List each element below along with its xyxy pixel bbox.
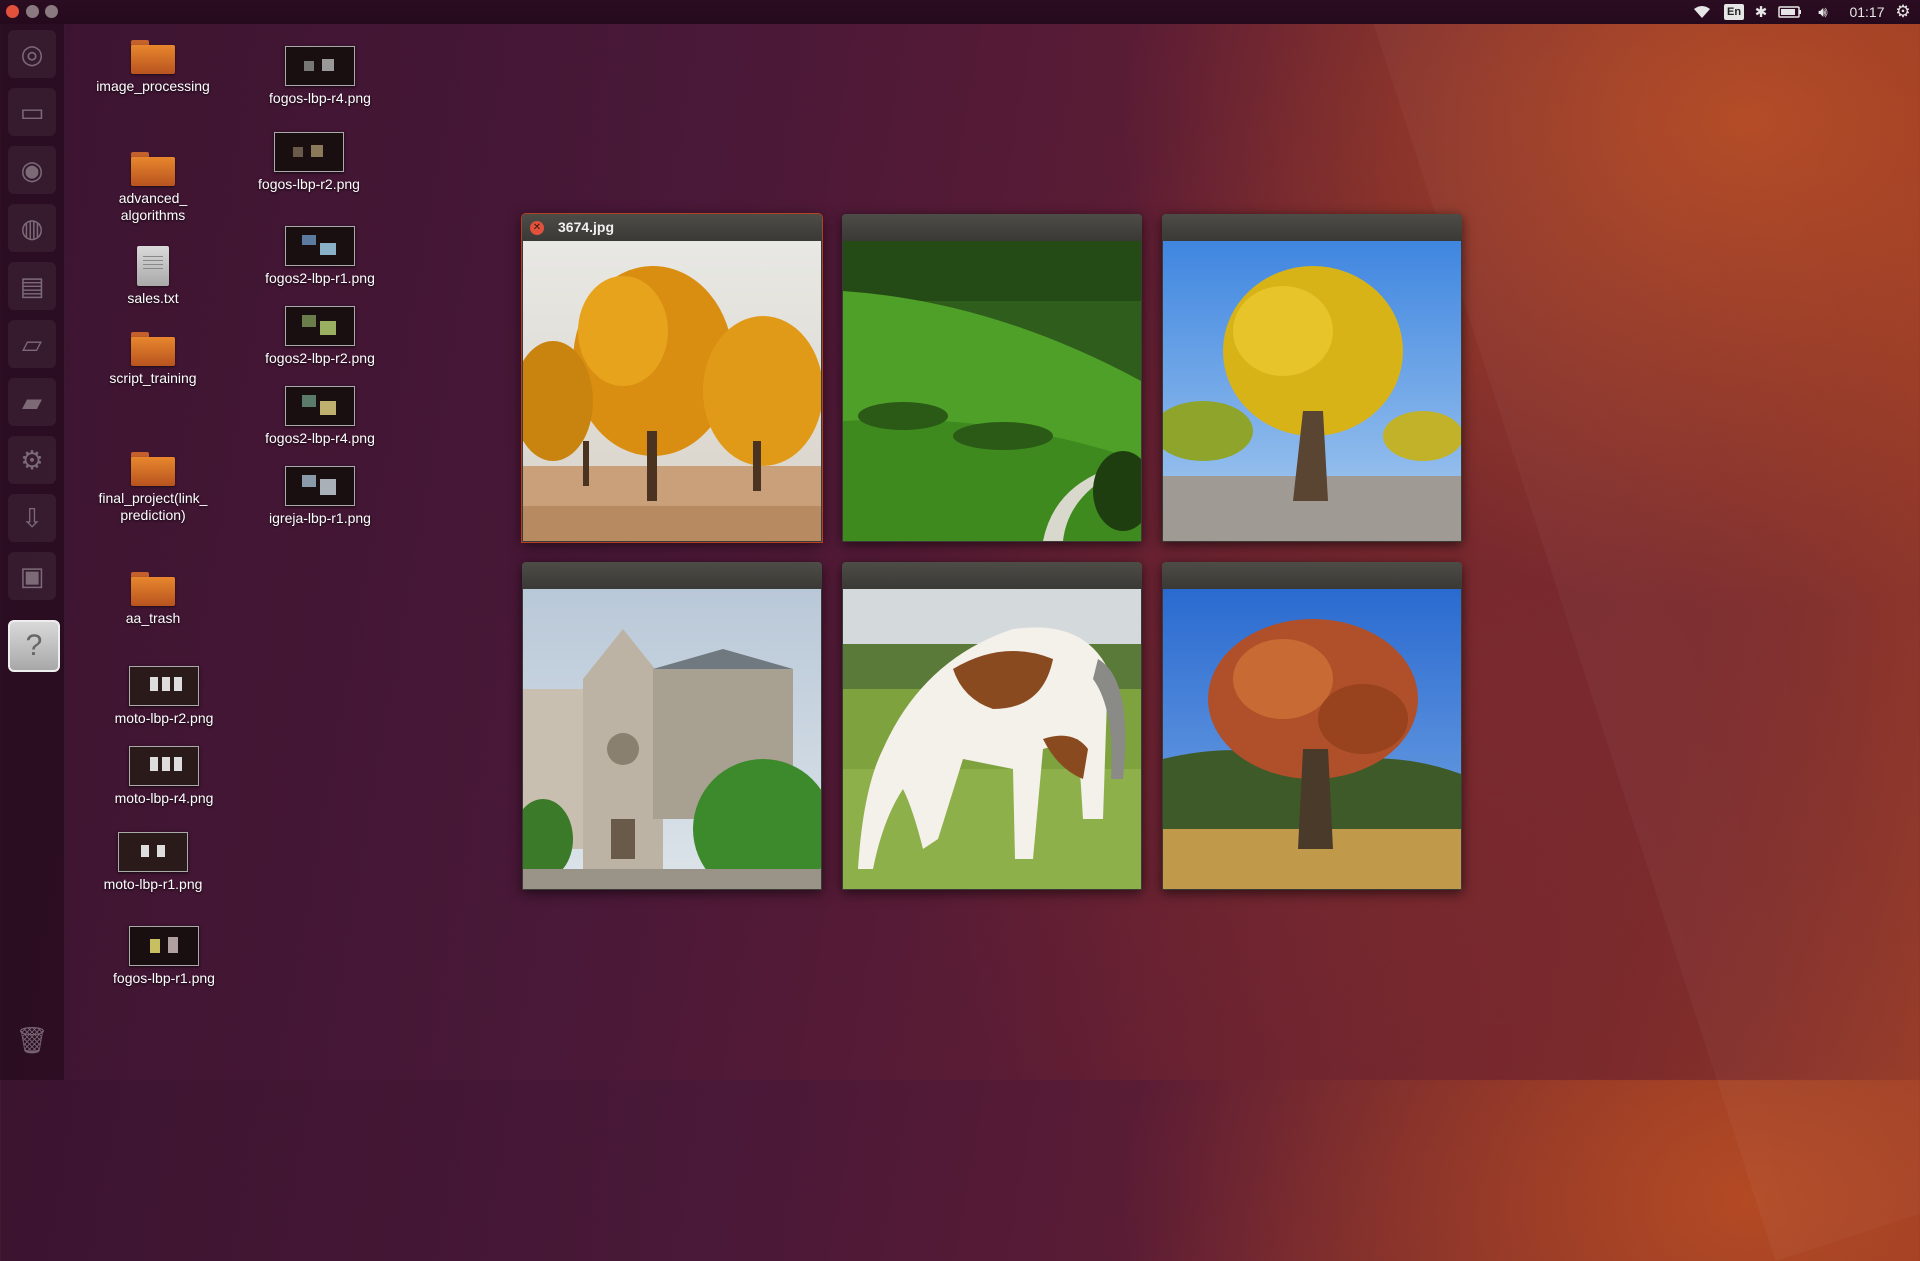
image-thumbnail-icon (129, 926, 199, 966)
desktop-icon-label: igreja-lbp-r1.png (269, 510, 371, 526)
desktop-folder-final-project[interactable]: final_project(link_ prediction) (78, 452, 228, 524)
text-file-icon (137, 246, 169, 286)
spread-window-1[interactable]: ✕ 3674.jpg (522, 214, 822, 542)
desktop-icon-label: fogos2-lbp-r2.png (265, 350, 375, 366)
image-thumbnail-icon (274, 132, 344, 172)
desktop-image-fogos2-lbp-r4[interactable]: fogos2-lbp-r4.png (245, 386, 395, 447)
system-settings-icon[interactable]: ⚙ (8, 436, 56, 484)
desktop-image-fogos-lbp-r1[interactable]: fogos-lbp-r1.png (89, 926, 239, 987)
libreoffice-writer-icon[interactable]: ▤ (8, 262, 56, 310)
folder-icon (131, 572, 175, 606)
desktop-icon-label: moto-lbp-r1.png (103, 876, 203, 892)
image-thumbnail-icon (285, 466, 355, 506)
image-thumbnail-icon (285, 226, 355, 266)
image-thumbnail-icon (285, 46, 355, 86)
image-viewer-icon[interactable]: ▣ (8, 552, 56, 600)
desktop-icon-label: advanced_ algorithms (118, 190, 188, 223)
desktop-icon-label: sales.txt (127, 290, 179, 306)
image-thumbnail-icon (285, 306, 355, 346)
grazing-paint-horse-image (843, 589, 1141, 889)
software-updater-icon[interactable]: ⇩ (8, 494, 56, 542)
window-title-bar[interactable] (842, 214, 1142, 241)
gothic-church-image (523, 589, 821, 889)
files-icon[interactable]: ▭ (8, 88, 56, 136)
window-maximize-button[interactable] (45, 5, 58, 18)
chromium-icon[interactable]: ◉ (8, 146, 56, 194)
folder-icon (131, 40, 175, 74)
yellow-tree-blue-sky-image (1163, 241, 1461, 541)
desktop-image-fogos2-lbp-r1[interactable]: fogos2-lbp-r1.png (245, 226, 395, 287)
top-panel: En ✱ 🔊︎ 01:17 ⚙ (0, 0, 1920, 24)
bluetooth-icon[interactable]: ✱ (1752, 2, 1770, 22)
desktop-folder-advanced-algorithms[interactable]: advanced_ algorithms (78, 152, 228, 224)
libreoffice-impress-icon[interactable]: ▱ (8, 320, 56, 368)
spread-window-2[interactable] (842, 214, 1142, 542)
desktop-icon-label: image_processing (96, 78, 210, 94)
desktop-image-moto-lbp-r4[interactable]: moto-lbp-r4.png (89, 746, 239, 807)
desktop-icon-label: aa_trash (125, 610, 181, 626)
clock[interactable]: 01:17 (1845, 2, 1889, 22)
desktop-folder-image-processing[interactable]: image_processing (78, 40, 228, 95)
help-icon[interactable]: ? (8, 620, 60, 672)
desktop-image-fogos-lbp-r4[interactable]: fogos-lbp-r4.png (245, 46, 395, 107)
launcher: ◎ ▭ ◉ ◍ ▤ ▱ ▰ ⚙ ⇩ ▣ ? 🗑︎ (0, 24, 65, 1080)
folder-icon (131, 152, 175, 186)
spread-window-5[interactable] (842, 562, 1142, 890)
image-thumbnail-icon (129, 746, 199, 786)
session-gear-icon[interactable]: ⚙ (1892, 2, 1914, 22)
spread-window-6[interactable] (1162, 562, 1462, 890)
image-thumbnail-icon (129, 666, 199, 706)
window-title-bar[interactable] (1162, 214, 1462, 241)
window-close-icon[interactable]: ✕ (530, 221, 544, 235)
desktop-icon-label: moto-lbp-r4.png (114, 790, 214, 806)
window-title: 3674.jpg (558, 219, 615, 235)
desktop-image-fogos2-lbp-r2[interactable]: fogos2-lbp-r2.png (245, 306, 395, 367)
desktop-image-moto-lbp-r2[interactable]: moto-lbp-r2.png (89, 666, 239, 727)
golden-poplar-trees-image (523, 241, 821, 541)
desktop-folder-script-training[interactable]: script_training (78, 332, 228, 387)
window-title-bar[interactable] (842, 562, 1142, 589)
folder-icon (131, 332, 175, 366)
image-thumbnail-icon (118, 832, 188, 872)
keyboard-layout-indicator[interactable]: En (1724, 4, 1745, 20)
green-hillside-with-path-image (843, 241, 1141, 541)
window-close-button[interactable] (6, 5, 19, 18)
image-thumbnail-icon (285, 386, 355, 426)
spread-window-3[interactable] (1162, 214, 1462, 542)
desktop-icon-label: fogos-lbp-r1.png (113, 970, 215, 986)
desktop-image-fogos-lbp-r2[interactable]: fogos-lbp-r2.png (234, 132, 384, 193)
desktop-file-sales-txt[interactable]: sales.txt (78, 246, 228, 307)
window-title-bar[interactable] (522, 562, 822, 589)
window-minimize-button[interactable] (26, 5, 39, 18)
spread-window-4[interactable] (522, 562, 822, 890)
volume-icon[interactable]: 🔊︎ (1812, 2, 1834, 22)
window-title-bar[interactable] (1162, 562, 1462, 589)
desktop-icon-label: fogos2-lbp-r1.png (265, 270, 375, 286)
desktop-icon-label: fogos-lbp-r4.png (269, 90, 371, 106)
wifi-icon[interactable] (1690, 2, 1714, 22)
firefox-icon[interactable]: ◍ (8, 204, 56, 252)
desktop-icon-label: fogos2-lbp-r4.png (265, 430, 375, 446)
folder-icon (131, 452, 175, 486)
ubuntu-dash-icon[interactable]: ◎ (8, 30, 56, 78)
trash-icon[interactable]: 🗑︎ (8, 1016, 56, 1064)
autumn-oak-tree-image (1163, 589, 1461, 889)
desktop-image-moto-lbp-r1[interactable]: moto-lbp-r1.png (78, 832, 228, 893)
battery-icon[interactable] (1777, 2, 1803, 22)
desktop-folder-aa-trash[interactable]: aa_trash (78, 572, 228, 627)
libreoffice-calc-icon[interactable]: ▰ (8, 378, 56, 426)
window-title-bar[interactable]: ✕ 3674.jpg (522, 214, 822, 241)
desktop-image-igreja-lbp-r1[interactable]: igreja-lbp-r1.png (245, 466, 395, 527)
desktop-icon-label: moto-lbp-r2.png (114, 710, 214, 726)
desktop-icon-label: final_project(link_ prediction) (98, 490, 208, 523)
desktop-icon-label: script_training (109, 370, 197, 386)
desktop-icon-label: fogos-lbp-r2.png (258, 176, 360, 192)
